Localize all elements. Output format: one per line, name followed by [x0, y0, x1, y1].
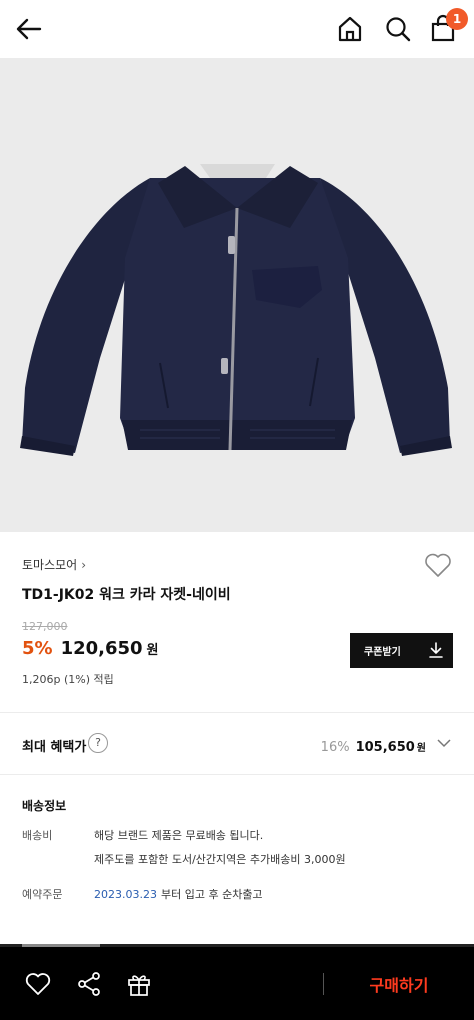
buy-button[interactable]: 구매하기 [340, 965, 458, 1003]
gift-icon[interactable] [126, 971, 152, 997]
jacket-illustration [20, 164, 452, 456]
reward-points: 1,206p (1%) 적립 [22, 673, 114, 686]
coupon-download-button[interactable]: 쿠폰받기 [350, 633, 453, 668]
max-benefit-label: 최대 혜택가 [22, 740, 87, 755]
benefit-rate: 16% [320, 740, 350, 755]
shipping-fee-line2: 제주도를 포함한 도서/산간지역은 추가배송비 3,000원 [94, 853, 346, 866]
brand-name: 토마스모어 [22, 558, 78, 572]
home-icon[interactable] [336, 14, 364, 44]
section-divider [0, 774, 474, 775]
benefit-currency: 원 [416, 743, 426, 754]
currency-label: 원 [146, 643, 159, 658]
share-icon[interactable] [76, 971, 102, 997]
price-row: 5% 120,650 원 [22, 638, 159, 659]
chevron-right-icon: › [81, 558, 87, 572]
bottom-action-bar: 구매하기 [0, 947, 474, 1020]
preorder-label: 예약주문 [22, 888, 63, 901]
back-arrow-icon[interactable] [14, 14, 44, 44]
preorder-info: 2023.03.23 부터 입고 후 순차출고 [94, 886, 263, 902]
heart-icon[interactable] [25, 971, 51, 997]
original-price: 127,000 [22, 620, 68, 633]
shipping-title: 배송정보 [22, 799, 67, 813]
max-benefit-value[interactable]: 16% 105,650 원 [321, 736, 426, 755]
download-icon [429, 642, 443, 658]
product-title: TD1-JK02 워크 카라 자켓-네이비 [22, 587, 231, 603]
benefit-price: 105,650 [355, 740, 415, 755]
cart-count-badge: 1 [446, 8, 468, 30]
brand-link[interactable]: 토마스모어 › [22, 556, 86, 573]
help-icon[interactable]: ? [88, 733, 108, 753]
chevron-down-icon[interactable] [437, 737, 451, 749]
sale-price: 120,650 [60, 638, 143, 659]
coupon-label: 쿠폰받기 [364, 647, 401, 658]
search-icon[interactable] [384, 14, 412, 44]
preorder-text: 부터 입고 후 순차출고 [160, 888, 263, 901]
shipping-fee-line1: 해당 브랜드 제품은 무료배송 됩니다. [94, 829, 264, 842]
shipping-fee-label: 배송비 [22, 829, 53, 842]
section-divider [0, 712, 474, 713]
bar-separator [323, 973, 324, 995]
wishlist-heart-icon[interactable] [424, 552, 452, 578]
top-app-bar: 1 [0, 0, 474, 58]
product-image[interactable] [0, 58, 474, 532]
discount-rate: 5% [22, 638, 53, 659]
preorder-date: 2023.03.23 [94, 888, 157, 901]
